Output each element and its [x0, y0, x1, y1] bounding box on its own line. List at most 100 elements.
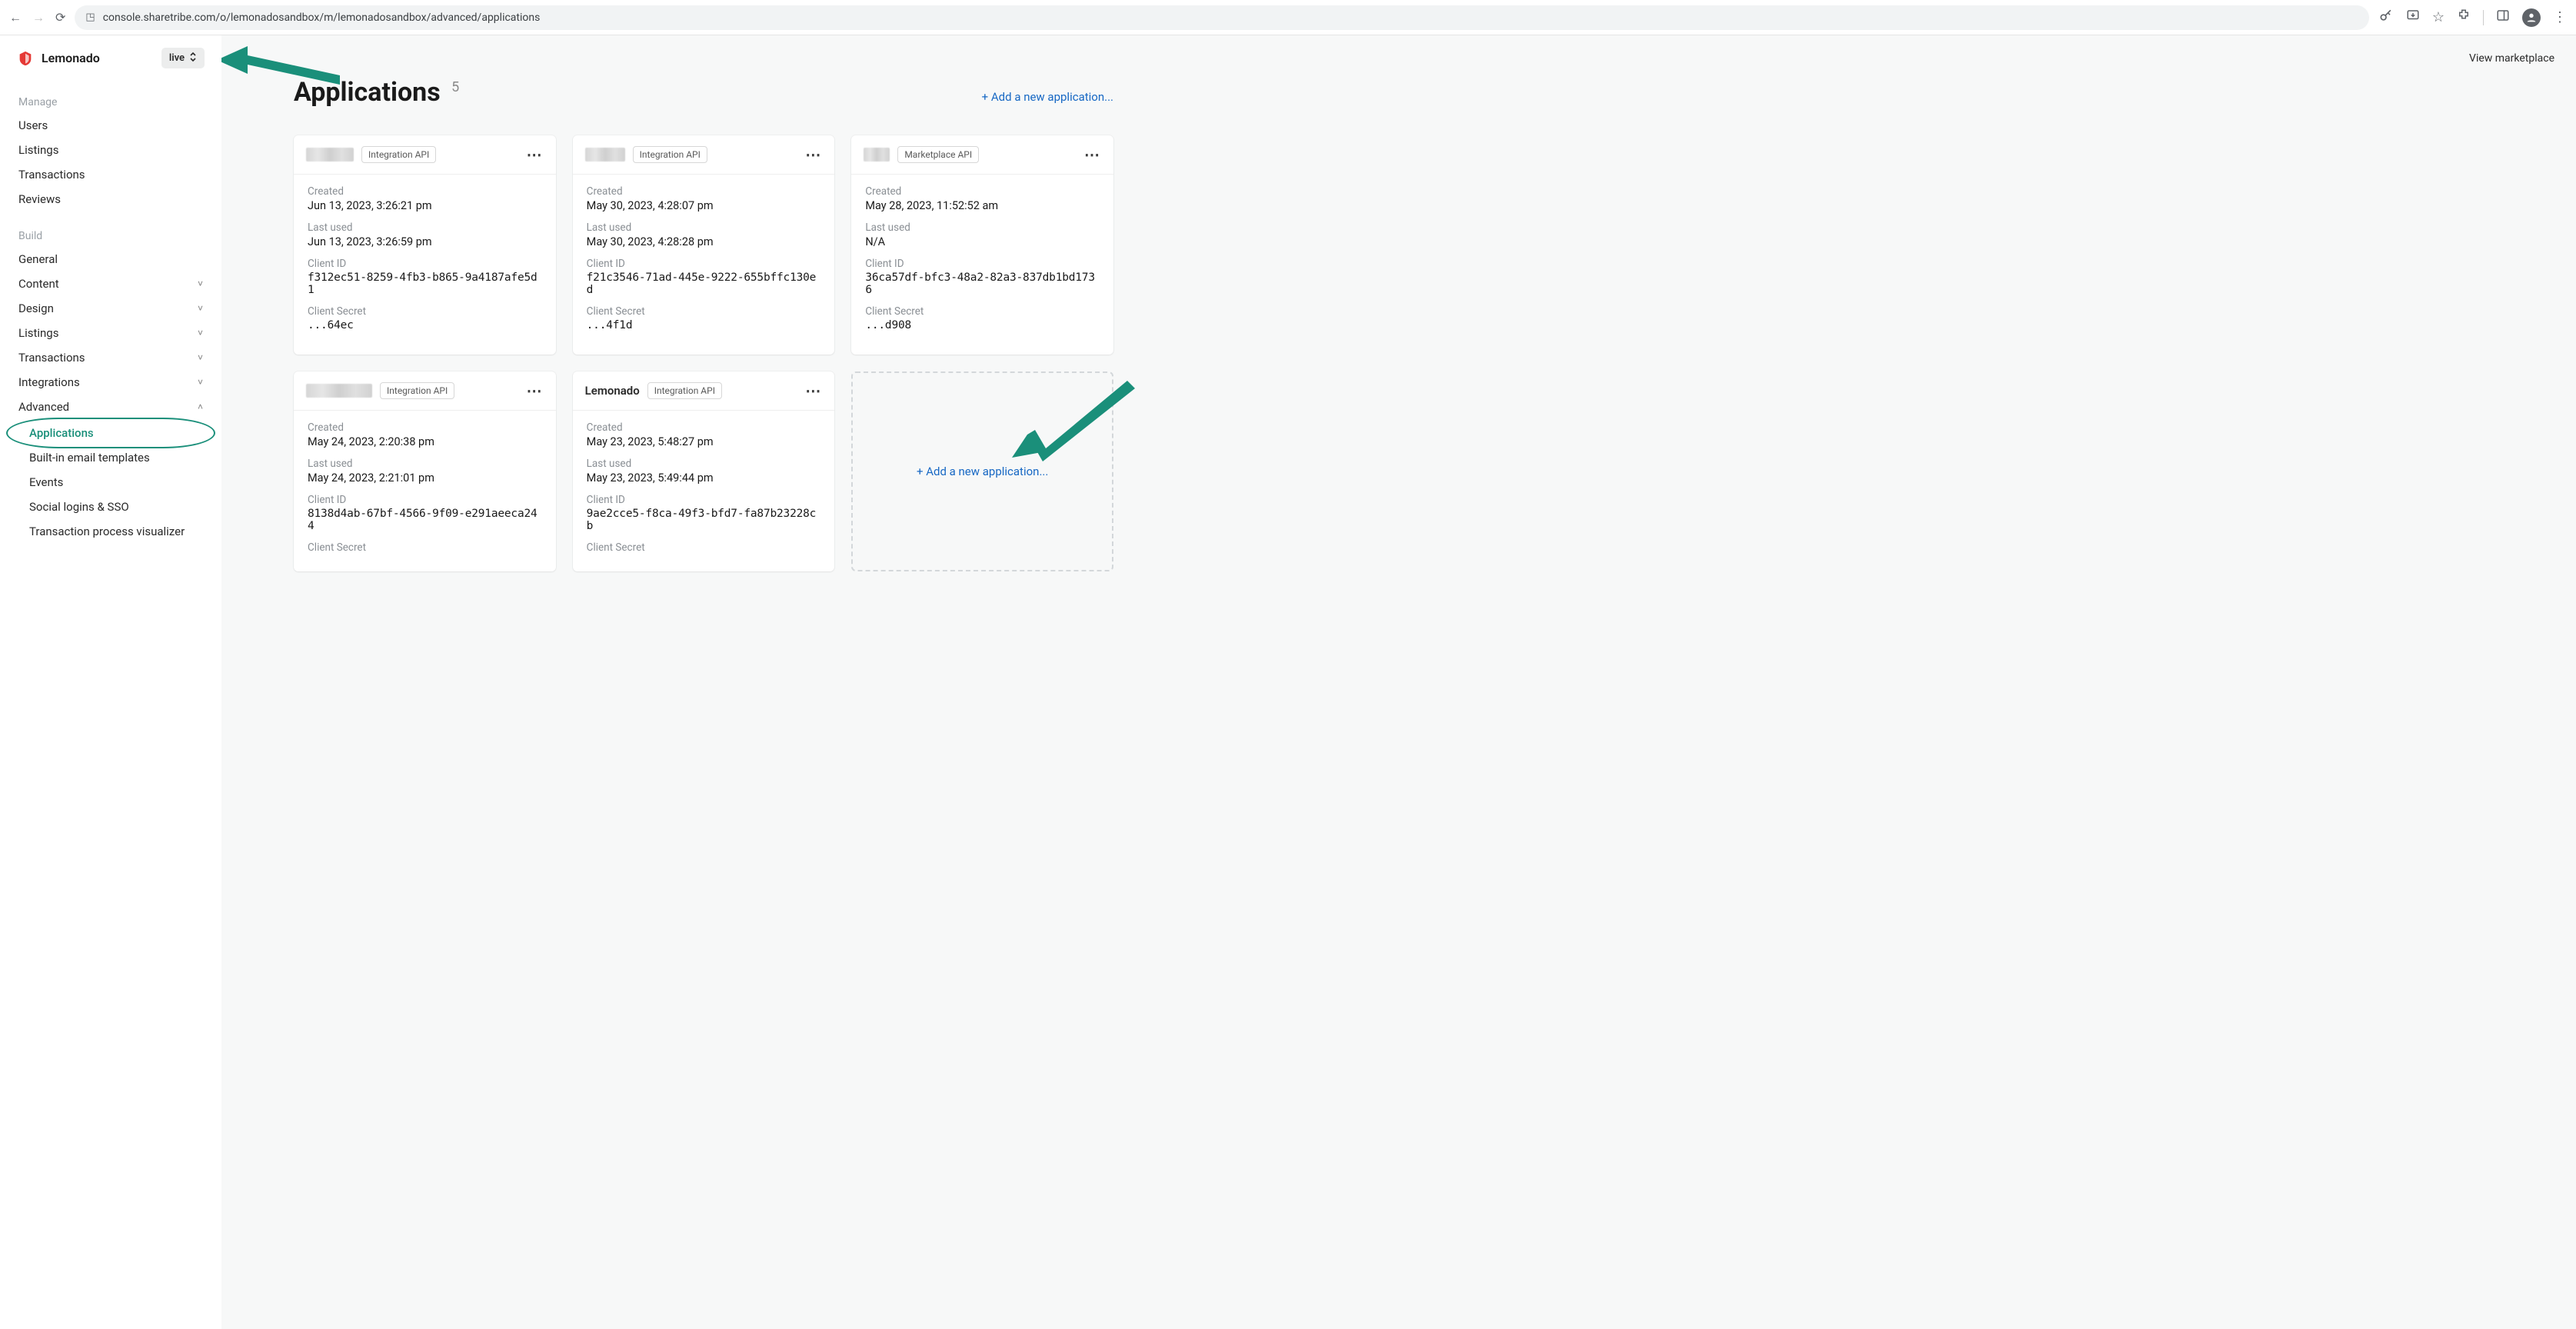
- star-icon[interactable]: ☆: [2432, 9, 2445, 25]
- value-client-id: 9ae2cce5-f8ca-49f3-bfd7-fa87b23228cb: [587, 508, 821, 532]
- chevron-down-icon: ˅: [198, 328, 203, 338]
- application-card: Integration API ⋯ CreatedMay 30, 2023, 4…: [573, 135, 835, 355]
- sidebar-subitem-process-visualizer[interactable]: Transaction process visualizer: [0, 519, 221, 544]
- install-icon[interactable]: [2406, 8, 2420, 26]
- chevron-down-icon: ˅: [198, 352, 203, 363]
- card-body: CreatedMay 28, 2023, 11:52:52 am Last us…: [851, 175, 1113, 355]
- sidebar-subitem-events[interactable]: Events: [0, 470, 221, 495]
- value-last-used: N/A: [865, 235, 1100, 248]
- sidebar-item-advanced[interactable]: Advanced˄: [0, 395, 221, 419]
- application-card: Marketplace API ⋯ CreatedMay 28, 2023, 1…: [851, 135, 1113, 355]
- reload-icon[interactable]: ⟳: [55, 10, 65, 25]
- profile-avatar[interactable]: [2522, 8, 2541, 27]
- app-name: Lemonado: [585, 384, 640, 398]
- sidebar-item-integrations[interactable]: Integrations˅: [0, 370, 221, 395]
- value-client-id: 8138d4ab-67bf-4566-9f09-e291aeeca244: [308, 508, 542, 532]
- browser-actions: ☆ ⋮: [2378, 8, 2567, 27]
- advanced-subgroup: Applications Built-in email templates Ev…: [0, 419, 221, 544]
- add-application-card[interactable]: + Add a new application...: [851, 371, 1113, 571]
- extensions-icon[interactable]: [2457, 8, 2471, 26]
- sidebar-subitem-applications[interactable]: Applications: [0, 421, 221, 445]
- label-client-id: Client ID: [308, 494, 542, 506]
- url-bar[interactable]: ◳ console.sharetribe.com/o/lemonadosandb…: [75, 5, 2368, 30]
- divider: [2483, 10, 2484, 25]
- value-last-used: Jun 13, 2023, 3:26:59 pm: [308, 235, 542, 248]
- chevron-down-icon: ˅: [198, 303, 203, 314]
- label-client-secret: Client Secret: [587, 541, 821, 554]
- label-created: Created: [865, 185, 1100, 198]
- sidebar-item-transactions-build[interactable]: Transactions˅: [0, 345, 221, 370]
- card-menu-icon[interactable]: ⋯: [1084, 152, 1101, 158]
- application-card: Lemonado Integration API ⋯ CreatedMay 23…: [573, 371, 835, 571]
- chevron-up-icon: ˄: [198, 401, 203, 412]
- nav-group-title: Build: [0, 222, 221, 247]
- app-name-blurred: [864, 148, 890, 162]
- card-body: CreatedJun 13, 2023, 3:26:21 pm Last use…: [294, 175, 556, 355]
- value-client-secret: ...d908: [865, 319, 1100, 331]
- value-last-used: May 24, 2023, 2:21:01 pm: [308, 471, 542, 485]
- site-settings-icon[interactable]: ◳: [85, 12, 95, 23]
- sidebar-item-design[interactable]: Design˅: [0, 296, 221, 321]
- card-head: Integration API ⋯: [294, 135, 556, 175]
- annotation-arrow-add: [1012, 381, 1135, 465]
- sidebar-item-reviews[interactable]: Reviews: [0, 187, 221, 212]
- sidebar-item-general[interactable]: General: [0, 247, 221, 271]
- app-name-blurred: [306, 384, 372, 398]
- add-application-link-card[interactable]: + Add a new application...: [917, 465, 1048, 478]
- card-menu-icon[interactable]: ⋯: [805, 388, 822, 394]
- application-card: Integration API ⋯ CreatedJun 13, 2023, 3…: [294, 135, 556, 355]
- chevron-updown-icon: [189, 52, 197, 65]
- content: Applications 5 + Add a new application..…: [221, 35, 1144, 602]
- label-client-id: Client ID: [865, 258, 1100, 270]
- value-client-secret: ...4f1d: [587, 319, 821, 331]
- sidebar-item-users[interactable]: Users: [0, 113, 221, 138]
- value-created: May 30, 2023, 4:28:07 pm: [587, 199, 821, 212]
- sidebar-subitem-social-logins[interactable]: Social logins & SSO: [0, 495, 221, 519]
- api-tag: Integration API: [647, 382, 722, 399]
- value-last-used: May 23, 2023, 5:49:44 pm: [587, 471, 821, 485]
- brand-name: Lemonado: [42, 51, 100, 65]
- sidepanel-icon[interactable]: [2496, 8, 2510, 26]
- main: View marketplace Applications 5 + Add a …: [221, 35, 2576, 1329]
- env-selector[interactable]: live: [161, 48, 205, 68]
- app-name-blurred: [585, 148, 625, 162]
- label-last-used: Last used: [587, 222, 821, 234]
- key-icon[interactable]: [2378, 8, 2394, 27]
- sidebar-item-listings[interactable]: Listings: [0, 138, 221, 162]
- application-card: Integration API ⋯ CreatedMay 24, 2023, 2…: [294, 371, 556, 571]
- forward-icon[interactable]: →: [32, 10, 45, 25]
- card-body: CreatedMay 23, 2023, 5:48:27 pm Last use…: [573, 411, 835, 569]
- app-name-blurred: [306, 148, 354, 162]
- value-client-id: f21c3546-71ad-445e-9222-655bffc130ed: [587, 271, 821, 296]
- nav-group-title: Manage: [0, 88, 221, 113]
- sidebar-item-listings-build[interactable]: Listings˅: [0, 321, 221, 345]
- view-marketplace-link[interactable]: View marketplace: [2469, 52, 2554, 65]
- sidebar-subitem-email-templates[interactable]: Built-in email templates: [0, 445, 221, 470]
- label-created: Created: [587, 185, 821, 198]
- value-last-used: May 30, 2023, 4:28:28 pm: [587, 235, 821, 248]
- label-client-id: Client ID: [587, 258, 821, 270]
- label-last-used: Last used: [587, 458, 821, 470]
- brand-logo-icon: [17, 50, 34, 67]
- card-menu-icon[interactable]: ⋯: [527, 152, 544, 158]
- card-menu-icon[interactable]: ⋯: [527, 388, 544, 394]
- value-created: May 23, 2023, 5:48:27 pm: [587, 435, 821, 448]
- env-label: live: [169, 52, 185, 64]
- brand[interactable]: Lemonado: [17, 50, 100, 67]
- api-tag: Marketplace API: [897, 146, 979, 163]
- url-text: console.sharetribe.com/o/lemonadosandbox…: [103, 12, 541, 24]
- label-last-used: Last used: [865, 222, 1100, 234]
- card-head: Marketplace API ⋯: [851, 135, 1113, 175]
- label-client-id: Client ID: [308, 258, 542, 270]
- kebab-menu-icon[interactable]: ⋮: [2553, 9, 2567, 25]
- sidebar-item-transactions[interactable]: Transactions: [0, 162, 221, 187]
- card-menu-icon[interactable]: ⋯: [805, 152, 822, 158]
- sidebar-item-content[interactable]: Content˅: [0, 271, 221, 296]
- label-created: Created: [308, 421, 542, 434]
- label-client-secret: Client Secret: [865, 305, 1100, 318]
- label-created: Created: [308, 185, 542, 198]
- add-application-link[interactable]: + Add a new application...: [982, 90, 1113, 104]
- browser-nav: ← → ⟳: [9, 10, 65, 25]
- back-icon[interactable]: ←: [9, 10, 22, 25]
- value-created: May 24, 2023, 2:20:38 pm: [308, 435, 542, 448]
